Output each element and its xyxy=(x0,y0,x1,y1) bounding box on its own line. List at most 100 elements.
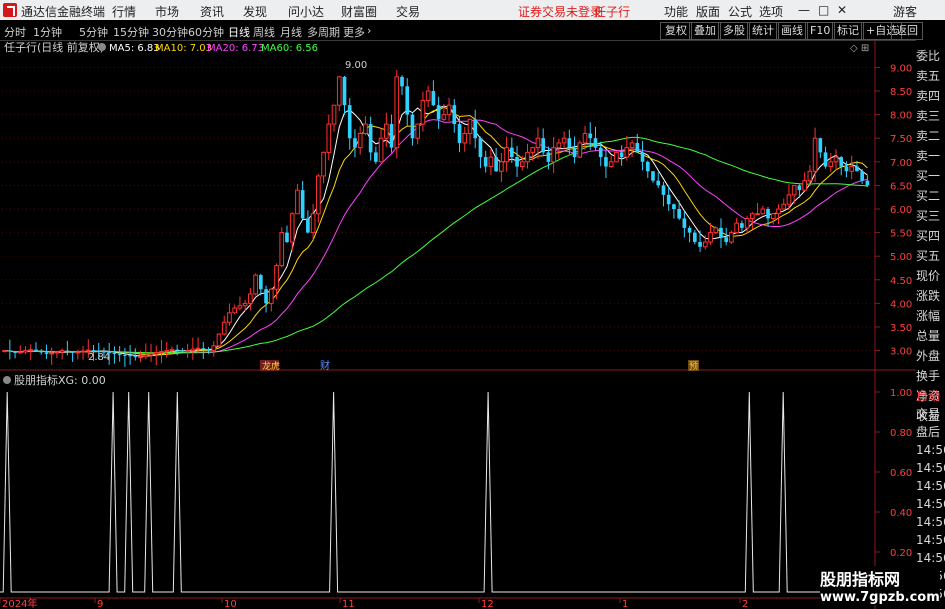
candle-body[interactable] xyxy=(572,147,577,158)
candle-body[interactable] xyxy=(420,99,426,125)
event-marker-2[interactable]: 财 xyxy=(320,359,330,372)
candle-body[interactable] xyxy=(713,227,719,234)
candlestick-series[interactable] xyxy=(2,69,870,367)
candle-body[interactable] xyxy=(828,161,834,168)
candle-body[interactable] xyxy=(70,351,75,353)
candle-body[interactable] xyxy=(28,349,34,352)
candle-body[interactable] xyxy=(23,350,28,353)
menu-caifuquan[interactable]: 财富圈 xyxy=(341,3,377,20)
candle-body[interactable] xyxy=(755,213,760,216)
candle-body[interactable] xyxy=(279,232,285,267)
quote-panel-item[interactable]: 14:56 xyxy=(916,530,945,550)
candle-body[interactable] xyxy=(436,105,441,120)
candle-body[interactable] xyxy=(546,152,551,162)
candle-body[interactable] xyxy=(593,138,598,148)
candle-body[interactable] xyxy=(264,289,268,304)
menu-wenxiaoda[interactable]: 问小达 xyxy=(288,3,324,20)
quote-panel-item[interactable]: 交易 xyxy=(916,404,945,424)
candle-body[interactable] xyxy=(415,123,421,139)
candle-body[interactable] xyxy=(268,288,274,304)
period-5min[interactable]: 5分钟 xyxy=(79,24,108,40)
period-daily[interactable]: 日线 xyxy=(228,24,250,40)
candle-body[interactable] xyxy=(175,349,179,351)
candle-body[interactable] xyxy=(441,114,447,120)
candle-body[interactable] xyxy=(232,307,238,314)
period-fenshi[interactable]: 分时 xyxy=(4,24,26,40)
candle-body[interactable] xyxy=(791,184,797,196)
quote-panel-item[interactable]: 总量 xyxy=(916,326,945,346)
menu-xuanxiang[interactable]: 选项 xyxy=(759,3,783,20)
candle-body[interactable] xyxy=(530,147,536,153)
quote-panel-item[interactable]: 现价 xyxy=(916,266,945,286)
candle-body[interactable] xyxy=(786,194,792,205)
candle-body[interactable] xyxy=(687,227,692,233)
candle-body[interactable] xyxy=(201,348,206,350)
guest-label[interactable]: 游客 xyxy=(893,3,917,20)
candle-body[interactable] xyxy=(128,355,132,357)
candle-body[interactable] xyxy=(708,232,713,243)
candle-body[interactable] xyxy=(253,274,258,295)
candle-body[interactable] xyxy=(473,119,478,139)
candle-body[interactable] xyxy=(159,351,164,354)
candle-body[interactable] xyxy=(310,213,316,234)
candle-body[interactable] xyxy=(410,114,415,139)
candle-body[interactable] xyxy=(812,137,818,172)
candle-body[interactable] xyxy=(598,147,603,158)
candle-body[interactable] xyxy=(818,138,823,153)
candle-body[interactable] xyxy=(776,208,781,215)
candle-body[interactable] xyxy=(478,138,483,158)
menu-zixun[interactable]: 资讯 xyxy=(200,3,224,20)
candle-body[interactable] xyxy=(750,213,755,219)
candle-body[interactable] xyxy=(604,157,608,167)
candle-body[interactable] xyxy=(839,157,844,167)
period-1min[interactable]: 1分钟 xyxy=(33,24,62,40)
candle-body[interactable] xyxy=(133,356,138,358)
candle-body[interactable] xyxy=(378,137,384,163)
candle-body[interactable] xyxy=(567,138,572,148)
candle-body[interactable] xyxy=(363,123,368,134)
candle-body[interactable] xyxy=(374,152,378,162)
candle-body[interactable] xyxy=(59,350,65,353)
candle-body[interactable] xyxy=(519,161,525,168)
candle-body[interactable] xyxy=(400,76,404,87)
candle-body[interactable] xyxy=(619,152,624,158)
candle-body[interactable] xyxy=(321,151,326,177)
candle-body[interactable] xyxy=(744,217,750,229)
candle-body[interactable] xyxy=(724,237,729,243)
fuquan-button[interactable]: 复权 xyxy=(660,22,692,40)
candle-body[interactable] xyxy=(112,352,117,354)
candle-body[interactable] xyxy=(577,142,583,158)
candle-body[interactable] xyxy=(614,151,619,163)
candle-body[interactable] xyxy=(823,152,828,167)
candle-body[interactable] xyxy=(336,76,342,106)
candle-body[interactable] xyxy=(39,351,44,353)
maximize-button[interactable]: □ xyxy=(818,3,829,17)
candle-body[interactable] xyxy=(13,351,17,353)
candle-body[interactable] xyxy=(515,157,519,167)
candle-body[interactable] xyxy=(624,147,630,158)
candle-body[interactable] xyxy=(195,347,201,350)
candle-body[interactable] xyxy=(285,232,289,243)
candle-body[interactable] xyxy=(80,350,86,353)
candle-body[interactable] xyxy=(237,305,243,309)
candle-body[interactable] xyxy=(541,138,546,153)
candle-body[interactable] xyxy=(123,354,127,356)
candle-body[interactable] xyxy=(54,351,60,354)
candle-body[interactable] xyxy=(588,133,593,139)
candle-body[interactable] xyxy=(389,124,394,148)
candle-body[interactable] xyxy=(446,104,452,116)
quote-panel-item[interactable]: 卖三 xyxy=(916,106,945,126)
candle-body[interactable] xyxy=(729,232,734,243)
quote-panel-item[interactable]: 买三 xyxy=(916,206,945,226)
candle-body[interactable] xyxy=(331,104,337,125)
period-60min[interactable]: 60分钟 xyxy=(188,24,224,40)
candle-body[interactable] xyxy=(34,349,38,352)
candle-body[interactable] xyxy=(682,218,687,228)
quote-panel-item[interactable]: 卖二 xyxy=(916,126,945,146)
candle-body[interactable] xyxy=(164,350,170,353)
quote-panel-item[interactable]: 14:56 xyxy=(916,494,945,514)
candle-body[interactable] xyxy=(702,241,708,248)
menu-banmian[interactable]: 版面 xyxy=(696,3,720,20)
candle-body[interactable] xyxy=(525,151,530,163)
candle-body[interactable] xyxy=(259,275,263,290)
